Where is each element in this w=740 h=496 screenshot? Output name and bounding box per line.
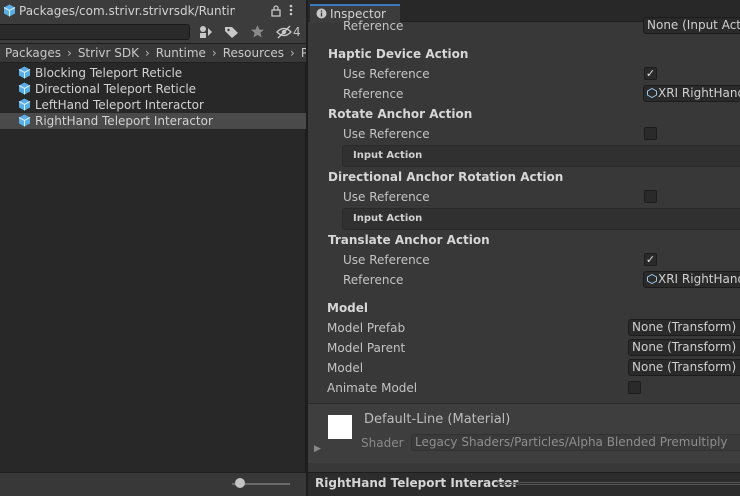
translate-reference-field[interactable]: XRI RightHand xyxy=(643,271,740,288)
top-reference-label: Reference xyxy=(343,19,404,33)
asset-list-item-selected[interactable]: RightHand Teleport Interactor xyxy=(0,113,306,129)
translate-reference-value: XRI RightHand xyxy=(658,272,740,286)
translate-use-reference-checkbox[interactable]: ✓ xyxy=(644,253,657,266)
rotate-section-header: Rotate Anchor Action xyxy=(328,107,473,121)
icon-size-slider-thumb[interactable] xyxy=(235,478,245,488)
breadcrumb-item[interactable]: Runtime xyxy=(156,46,206,60)
selected-asset-path: Packages/com.strivr.strivrsdk/Runtime/Re… xyxy=(3,4,235,18)
breadcrumb-item[interactable]: Strivr SDK xyxy=(78,46,139,60)
translate-section-header: Translate Anchor Action xyxy=(328,233,490,247)
preview-drag-handle[interactable] xyxy=(497,482,740,485)
haptic-section-header: Haptic Device Action xyxy=(328,47,469,61)
prefab-cube-icon xyxy=(18,98,31,111)
path-text: Packages/com.strivr.strivrsdk/Runtime/Re… xyxy=(19,4,235,18)
more-options-icon[interactable] xyxy=(288,3,294,21)
material-preview-swatch xyxy=(328,415,352,439)
prefab-cube-icon xyxy=(18,66,31,79)
shader-label: Shader xyxy=(361,436,404,450)
info-icon xyxy=(316,8,327,19)
input-action-asset-icon xyxy=(647,87,657,99)
rotate-use-reference-label: Use Reference xyxy=(343,127,430,141)
asset-label: Directional Teleport Reticle xyxy=(35,82,197,96)
haptic-use-reference-checkbox[interactable]: ✓ xyxy=(644,67,657,80)
hidden-packages-eye-icon[interactable] xyxy=(276,25,292,43)
translate-use-reference-label: Use Reference xyxy=(343,253,430,267)
model-parent-label: Model Parent xyxy=(327,341,406,355)
directional-section-header: Directional Anchor Rotation Action xyxy=(328,170,564,184)
material-name: Default-Line (Material) xyxy=(364,412,511,427)
search-input[interactable] xyxy=(0,24,190,40)
asset-label: LeftHand Teleport Interactor xyxy=(35,98,204,112)
prefab-cube-icon xyxy=(18,114,31,127)
chevron-right-icon: › xyxy=(211,46,217,60)
directional-input-action-foldout[interactable]: Input Action xyxy=(342,208,740,230)
directional-use-reference-checkbox[interactable] xyxy=(644,190,657,203)
model-prefab-field[interactable]: None (Transform) xyxy=(628,319,740,336)
prefab-cube-icon xyxy=(3,4,16,17)
model-field[interactable]: None (Transform) xyxy=(628,359,740,376)
asset-label: RightHand Teleport Interactor xyxy=(35,114,213,128)
model-parent-field[interactable]: None (Transform) xyxy=(628,339,740,356)
chevron-right-icon: › xyxy=(144,46,150,60)
filter-by-label-icon[interactable] xyxy=(224,25,239,43)
filter-by-type-icon[interactable] xyxy=(198,24,214,44)
asset-list-item[interactable]: Blocking Teleport Reticle xyxy=(0,65,306,81)
input-action-asset-icon xyxy=(647,273,657,285)
breadcrumb-item[interactable]: Resources xyxy=(223,46,284,60)
haptic-reference-field[interactable]: XRI RightHand xyxy=(643,85,740,102)
preview-title: RightHand Teleport Interactor xyxy=(315,476,519,490)
lock-icon[interactable] xyxy=(270,4,282,21)
shader-dropdown[interactable]: Legacy Shaders/Particles/Alpha Blended P… xyxy=(411,434,740,451)
rotate-use-reference-checkbox[interactable] xyxy=(644,127,657,140)
model-label: Model xyxy=(327,361,364,375)
breadcrumb: Packages›Strivr SDK›Runtime›Resources›Pr xyxy=(0,44,306,63)
top-reference-field[interactable]: None (Input Actio xyxy=(643,17,740,34)
material-foldout-arrow-icon[interactable]: ▶ xyxy=(314,444,321,454)
prefab-cube-icon xyxy=(18,82,31,95)
asset-list-item[interactable]: LeftHand Teleport Interactor xyxy=(0,97,306,113)
hidden-packages-count: 4 xyxy=(293,25,301,39)
favorites-star-icon[interactable] xyxy=(250,24,265,43)
rotate-input-action-foldout[interactable]: Input Action xyxy=(342,145,740,167)
directional-use-reference-label: Use Reference xyxy=(343,190,430,204)
asset-label: Blocking Teleport Reticle xyxy=(35,66,183,80)
breadcrumb-item[interactable]: Packages xyxy=(5,46,61,60)
haptic-use-reference-label: Use Reference xyxy=(343,67,430,81)
animate-model-checkbox[interactable] xyxy=(628,381,641,394)
translate-reference-label: Reference xyxy=(343,273,404,287)
animate-model-label: Animate Model xyxy=(327,381,418,395)
haptic-reference-value: XRI RightHand xyxy=(658,86,740,100)
asset-list-item[interactable]: Directional Teleport Reticle xyxy=(0,81,306,97)
model-prefab-label: Model Prefab xyxy=(327,321,406,335)
chevron-right-icon: › xyxy=(67,46,72,60)
model-section-header: Model xyxy=(327,301,369,315)
haptic-reference-label: Reference xyxy=(343,87,404,101)
chevron-right-icon: › xyxy=(290,46,295,60)
